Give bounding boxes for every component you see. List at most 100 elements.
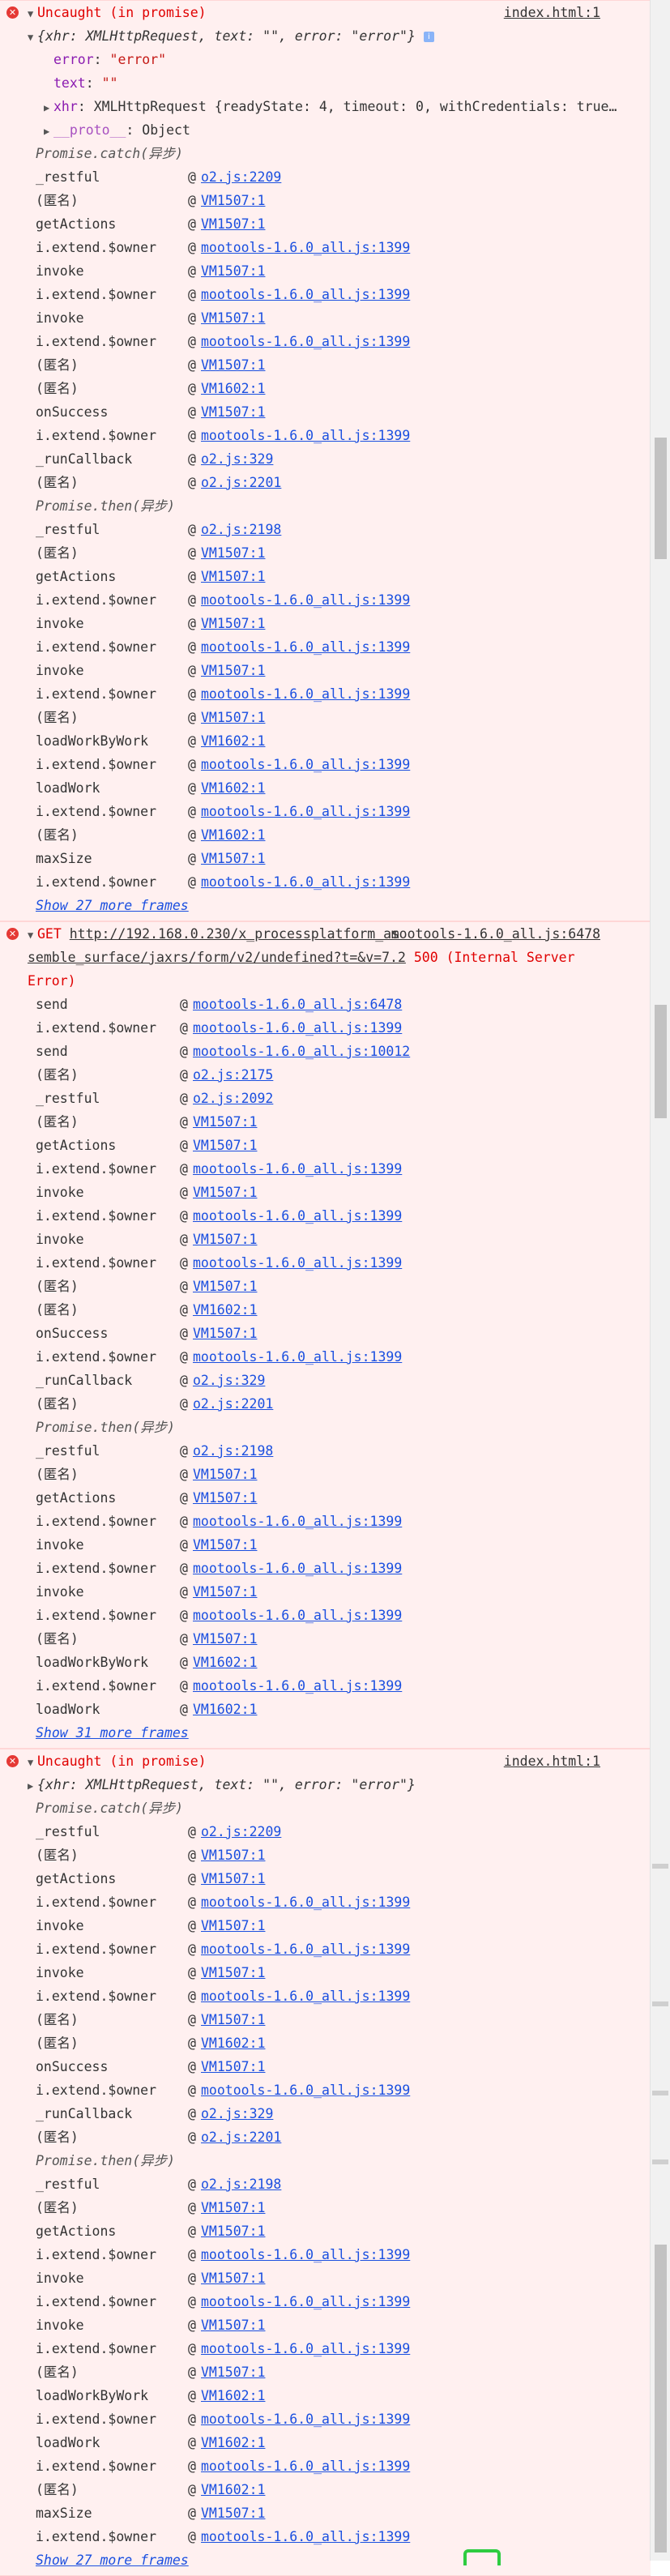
frame-source-link[interactable]: VM1507:1: [201, 2219, 265, 2243]
frame-source-link[interactable]: o2.js:2209: [201, 1820, 281, 1843]
frame-source-link[interactable]: mootools-1.6.0_all.js:6478: [193, 993, 402, 1016]
frame-source-link[interactable]: VM1507:1: [201, 2501, 265, 2525]
frame-source-link[interactable]: VM1602:1: [201, 776, 265, 800]
frame-source-link[interactable]: VM1507:1: [201, 2196, 265, 2219]
object-summary-row[interactable]: ▶ {xhr: XMLHttpRequest, text: "", error: …: [0, 1773, 651, 1796]
frame-source-link[interactable]: VM1507:1: [201, 541, 265, 565]
frame-source-link[interactable]: mootools-1.6.0_all.js:1399: [201, 870, 410, 894]
frame-source-link[interactable]: mootools-1.6.0_all.js:1399: [201, 2454, 410, 2478]
frame-source-link[interactable]: o2.js:2201: [201, 2125, 281, 2149]
frame-source-link[interactable]: VM1507:1: [201, 612, 265, 635]
frame-source-link[interactable]: VM1507:1: [193, 1228, 257, 1251]
expand-triangle-icon[interactable]: ▼: [28, 26, 37, 49]
frame-source-link[interactable]: o2.js:329: [201, 2102, 273, 2125]
frame-source-link[interactable]: o2.js:2209: [201, 165, 281, 189]
frame-source-link[interactable]: VM1507:1: [201, 2313, 265, 2337]
frame-source-link[interactable]: mootools-1.6.0_all.js:1399: [201, 1890, 410, 1914]
frame-source-link[interactable]: o2.js:2092: [193, 1087, 273, 1110]
frame-source-link[interactable]: VM1507:1: [201, 1914, 265, 1937]
frame-source-link[interactable]: VM1507:1: [193, 1580, 257, 1604]
frame-source-link[interactable]: mootools-1.6.0_all.js:1399: [193, 1157, 402, 1181]
frame-source-link[interactable]: VM1507:1: [201, 306, 265, 330]
frame-source-link[interactable]: mootools-1.6.0_all.js:1399: [201, 2525, 410, 2548]
frame-source-link[interactable]: VM1507:1: [201, 1867, 265, 1890]
frame-source-link[interactable]: mootools-1.6.0_all.js:1399: [201, 800, 410, 823]
frame-source-link[interactable]: VM1602:1: [201, 2384, 265, 2407]
frame-source-link[interactable]: VM1507:1: [201, 565, 265, 588]
frame-source-link[interactable]: o2.js:329: [193, 1369, 265, 1392]
frame-source-link[interactable]: mootools-1.6.0_all.js:1399: [193, 1251, 402, 1275]
frame-source-link[interactable]: mootools-1.6.0_all.js:1399: [201, 753, 410, 776]
frame-source-link[interactable]: mootools-1.6.0_all.js:1399: [193, 1204, 402, 1228]
frame-source-link[interactable]: mootools-1.6.0_all.js:1399: [201, 1937, 410, 1961]
frame-source-link[interactable]: VM1602:1: [201, 729, 265, 753]
frame-source-link[interactable]: mootools-1.6.0_all.js:1399: [193, 1604, 402, 1627]
frame-source-link[interactable]: VM1507:1: [193, 1275, 257, 1298]
message-header[interactable]: ✕ ▼ GET http://192.168.0.230/x_processpla…: [0, 922, 651, 946]
frame-source-link[interactable]: mootools-1.6.0_all.js:1399: [201, 2337, 410, 2360]
expand-triangle-icon[interactable]: ▼: [28, 924, 37, 947]
frame-source-link[interactable]: VM1602:1: [201, 2478, 265, 2501]
frame-source-link[interactable]: VM1507:1: [193, 1463, 257, 1486]
object-property-proto[interactable]: ▶ __proto__: Object: [0, 118, 651, 142]
frame-source-link[interactable]: o2.js:329: [201, 447, 273, 471]
request-url[interactable]: http://192.168.0.230/x_processplatform_a…: [70, 926, 399, 942]
frame-source-link[interactable]: VM1507:1: [201, 2055, 265, 2078]
frame-source-link[interactable]: VM1507:1: [201, 2008, 265, 2031]
info-icon[interactable]: i: [423, 32, 434, 42]
frame-source-link[interactable]: mootools-1.6.0_all.js:1399: [201, 283, 410, 306]
object-summary-row[interactable]: ▼ {xhr: XMLHttpRequest, text: "", error: …: [0, 24, 651, 48]
frame-source-link[interactable]: VM1602:1: [201, 2431, 265, 2454]
frame-source-link[interactable]: mootools-1.6.0_all.js:1399: [201, 424, 410, 447]
expand-triangle-icon[interactable]: ▶: [28, 1775, 37, 1798]
frame-source-link[interactable]: VM1602:1: [201, 377, 265, 400]
frame-source-link[interactable]: VM1507:1: [201, 259, 265, 283]
frame-source-link[interactable]: mootools-1.6.0_all.js:1399: [201, 682, 410, 706]
frame-source-link[interactable]: mootools-1.6.0_all.js:10012: [193, 1040, 410, 1063]
expand-triangle-icon[interactable]: ▼: [28, 1751, 37, 1775]
frame-source-link[interactable]: VM1507:1: [201, 2360, 265, 2384]
frame-source-link[interactable]: o2.js:2201: [193, 1392, 273, 1416]
frame-source-link[interactable]: VM1602:1: [193, 1698, 257, 1721]
frame-source-link[interactable]: VM1507:1: [201, 706, 265, 729]
frame-source-link[interactable]: mootools-1.6.0_all.js:1399: [201, 1984, 410, 2008]
frame-source-link[interactable]: VM1507:1: [193, 1322, 257, 1345]
message-source-link[interactable]: mootools-1.6.0_all.js:6478: [391, 922, 600, 946]
frame-source-link[interactable]: VM1507:1: [193, 1486, 257, 1510]
frame-source-link[interactable]: mootools-1.6.0_all.js:1399: [201, 588, 410, 612]
frame-source-link[interactable]: mootools-1.6.0_all.js:1399: [201, 330, 410, 353]
frame-source-link[interactable]: VM1507:1: [201, 2266, 265, 2290]
object-property-xhr[interactable]: ▶ xhr: XMLHttpRequest {readyState: 4, tim…: [0, 95, 651, 118]
frame-source-link[interactable]: o2.js:2198: [201, 2172, 281, 2196]
frame-source-link[interactable]: VM1602:1: [193, 1651, 257, 1674]
frame-source-link[interactable]: mootools-1.6.0_all.js:1399: [201, 2407, 410, 2431]
frame-source-link[interactable]: VM1507:1: [193, 1181, 257, 1204]
show-more-frames-link[interactable]: Show 31 more frames: [36, 1721, 189, 1745]
frame-source-link[interactable]: VM1602:1: [193, 1298, 257, 1322]
frame-source-link[interactable]: o2.js:2201: [201, 471, 281, 494]
frame-source-link[interactable]: VM1507:1: [201, 1843, 265, 1867]
frame-source-link[interactable]: o2.js:2198: [193, 1439, 273, 1463]
message-header[interactable]: ✕ ▼ Uncaught (in promise) index.html:1: [0, 1749, 651, 1773]
frame-source-link[interactable]: mootools-1.6.0_all.js:1399: [201, 635, 410, 659]
frame-source-link[interactable]: o2.js:2175: [193, 1063, 273, 1087]
vertical-scrollbar[interactable]: [650, 0, 670, 2561]
frame-source-link[interactable]: VM1507:1: [201, 400, 265, 424]
frame-source-link[interactable]: VM1507:1: [193, 1627, 257, 1651]
frame-source-link[interactable]: mootools-1.6.0_all.js:1399: [193, 1674, 402, 1698]
frame-source-link[interactable]: VM1507:1: [201, 1961, 265, 1984]
message-header[interactable]: ✕ ▼ Uncaught (in promise) index.html:1: [0, 1, 651, 24]
frame-source-link[interactable]: VM1507:1: [201, 659, 265, 682]
frame-source-link[interactable]: mootools-1.6.0_all.js:1399: [193, 1557, 402, 1580]
frame-source-link[interactable]: VM1507:1: [193, 1110, 257, 1134]
frame-source-link[interactable]: VM1507:1: [201, 189, 265, 212]
frame-source-link[interactable]: VM1507:1: [193, 1134, 257, 1157]
frame-source-link[interactable]: mootools-1.6.0_all.js:1399: [193, 1016, 402, 1040]
frame-source-link[interactable]: mootools-1.6.0_all.js:1399: [201, 2078, 410, 2102]
scrollbar-thumb[interactable]: [655, 438, 667, 559]
show-more-frames-link[interactable]: Show 27 more frames: [36, 894, 189, 917]
expand-triangle-icon[interactable]: ▶: [44, 96, 53, 120]
frame-source-link[interactable]: mootools-1.6.0_all.js:1399: [201, 2243, 410, 2266]
frame-source-link[interactable]: VM1507:1: [193, 1533, 257, 1557]
message-source-link[interactable]: index.html:1: [504, 1749, 600, 1773]
